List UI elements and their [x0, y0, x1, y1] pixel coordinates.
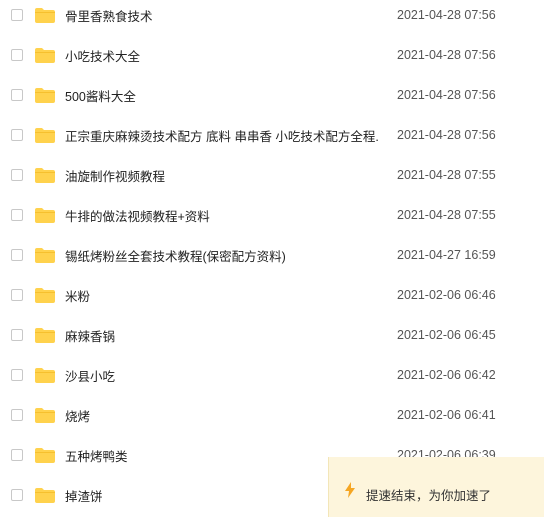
row-checkbox[interactable] — [11, 329, 23, 341]
file-date: 2021-04-28 07:56 — [397, 8, 496, 22]
row-checkbox[interactable] — [11, 249, 23, 261]
file-date: 2021-04-28 07:55 — [397, 168, 496, 182]
file-list: 骨里香熟食技术 2021-04-28 07:56 小吃技术大全 2021-04-… — [0, 0, 544, 515]
row-checkbox[interactable] — [11, 289, 23, 301]
folder-icon — [35, 208, 55, 223]
row-checkbox[interactable] — [11, 169, 23, 181]
file-name[interactable]: 五种烤鸭类 — [65, 446, 128, 465]
file-row[interactable]: 骨里香熟食技术 2021-04-28 07:56 — [0, 0, 544, 35]
folder-icon — [35, 408, 55, 423]
file-row[interactable]: 油旋制作视频教程 2021-04-28 07:55 — [0, 155, 544, 195]
file-date: 2021-04-28 07:56 — [397, 88, 496, 102]
file-name[interactable]: 沙县小吃 — [65, 366, 115, 385]
folder-icon — [35, 128, 55, 143]
file-date: 2021-02-06 06:41 — [397, 408, 496, 422]
file-name[interactable]: 麻辣香锅 — [65, 326, 115, 345]
file-name[interactable]: 小吃技术大全 — [65, 46, 140, 65]
folder-icon — [35, 488, 55, 503]
row-checkbox[interactable] — [11, 449, 23, 461]
file-date: 2021-04-27 16:59 — [397, 248, 496, 262]
lightning-icon — [345, 482, 355, 498]
file-name[interactable]: 烧烤 — [65, 406, 90, 425]
row-checkbox[interactable] — [11, 129, 23, 141]
file-name[interactable]: 骨里香熟食技术 — [65, 6, 153, 25]
file-name[interactable]: 锡纸烤粉丝全套技术教程(保密配方资料) — [65, 246, 286, 265]
row-checkbox[interactable] — [11, 489, 23, 501]
file-name[interactable]: 500酱料大全 — [65, 86, 136, 105]
folder-icon — [35, 48, 55, 63]
folder-icon — [35, 328, 55, 343]
row-checkbox[interactable] — [11, 9, 23, 21]
file-date: 2021-02-06 06:46 — [397, 288, 496, 302]
file-row[interactable]: 小吃技术大全 2021-04-28 07:56 — [0, 35, 544, 75]
row-checkbox[interactable] — [11, 209, 23, 221]
row-checkbox[interactable] — [11, 49, 23, 61]
file-row[interactable]: 500酱料大全 2021-04-28 07:56 — [0, 75, 544, 115]
file-date: 2021-04-28 07:55 — [397, 208, 496, 222]
file-row[interactable]: 米粉 2021-02-06 06:46 — [0, 275, 544, 315]
file-name[interactable]: 正宗重庆麻辣烫技术配方 底料 串串香 小吃技术配方全程... — [65, 126, 380, 145]
file-row[interactable]: 沙县小吃 2021-02-06 06:42 — [0, 355, 544, 395]
file-name[interactable]: 掉渣饼 — [65, 486, 103, 505]
row-checkbox[interactable] — [11, 89, 23, 101]
folder-icon — [35, 168, 55, 183]
folder-icon — [35, 88, 55, 103]
row-checkbox[interactable] — [11, 369, 23, 381]
file-row[interactable]: 正宗重庆麻辣烫技术配方 底料 串串香 小吃技术配方全程... 2021-04-2… — [0, 115, 544, 155]
folder-icon — [35, 448, 55, 463]
file-name[interactable]: 油旋制作视频教程 — [65, 166, 165, 185]
file-row[interactable]: 烧烤 2021-02-06 06:41 — [0, 395, 544, 435]
file-date: 2021-04-28 07:56 — [397, 48, 496, 62]
row-checkbox[interactable] — [11, 409, 23, 421]
speedup-toast: 提速结束，为你加速了 — [328, 457, 544, 517]
folder-icon — [35, 8, 55, 23]
file-date: 2021-04-28 07:56 — [397, 128, 496, 142]
file-row[interactable]: 锡纸烤粉丝全套技术教程(保密配方资料) 2021-04-27 16:59 — [0, 235, 544, 275]
folder-icon — [35, 288, 55, 303]
file-row[interactable]: 牛排的做法视频教程+资料 2021-04-28 07:55 — [0, 195, 544, 235]
folder-icon — [35, 368, 55, 383]
file-name[interactable]: 米粉 — [65, 286, 90, 305]
file-date: 2021-02-06 06:42 — [397, 368, 496, 382]
file-date: 2021-02-06 06:45 — [397, 328, 496, 342]
file-row[interactable]: 麻辣香锅 2021-02-06 06:45 — [0, 315, 544, 355]
toast-message: 提速结束，为你加速了 — [366, 489, 492, 503]
folder-icon — [35, 248, 55, 263]
file-name[interactable]: 牛排的做法视频教程+资料 — [65, 206, 210, 225]
